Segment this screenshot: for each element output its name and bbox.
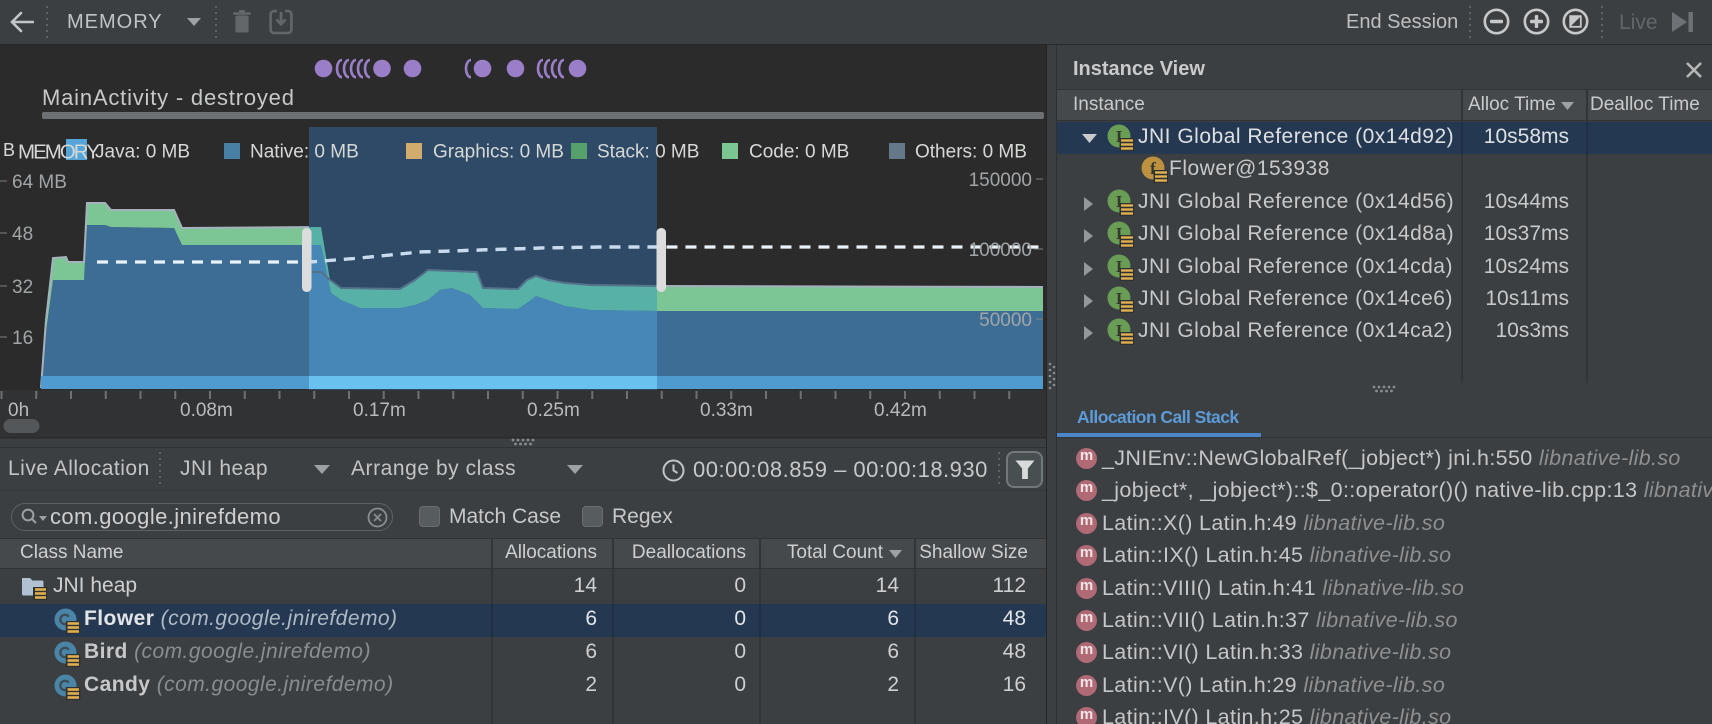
svg-text:64 MB: 64 MB [12,172,67,193]
svg-text:B: B [3,140,15,160]
svg-text:16: 16 [12,328,33,349]
svg-text:0.08m: 0.08m [180,400,233,421]
svg-text:MainActivity - destroyed: MainActivity - destroyed [42,85,295,110]
svg-text:0h: 0h [8,400,29,421]
svg-text:0.33m: 0.33m [700,400,753,421]
svg-text:0.25m: 0.25m [527,400,580,421]
svg-text:32: 32 [12,277,33,298]
svg-text:Graphics: 0 MB: Graphics: 0 MB [433,142,564,163]
svg-text:50000: 50000 [979,310,1032,331]
svg-text:Native: 0 MB: Native: 0 MB [250,142,359,163]
svg-text:Java: 0 MB: Java: 0 MB [95,142,190,163]
svg-text:48: 48 [12,224,33,245]
svg-text:MEMORY: MEMORY [18,141,100,164]
svg-text:150000: 150000 [969,170,1032,191]
svg-text:Stack: 0 MB: Stack: 0 MB [597,142,699,163]
svg-text:Others: 0 MB: Others: 0 MB [915,142,1027,163]
svg-text:0.42m: 0.42m [874,400,927,421]
svg-text:Code: 0 MB: Code: 0 MB [749,142,849,163]
svg-text:100000: 100000 [969,240,1032,261]
svg-text:0.17m: 0.17m [353,400,406,421]
